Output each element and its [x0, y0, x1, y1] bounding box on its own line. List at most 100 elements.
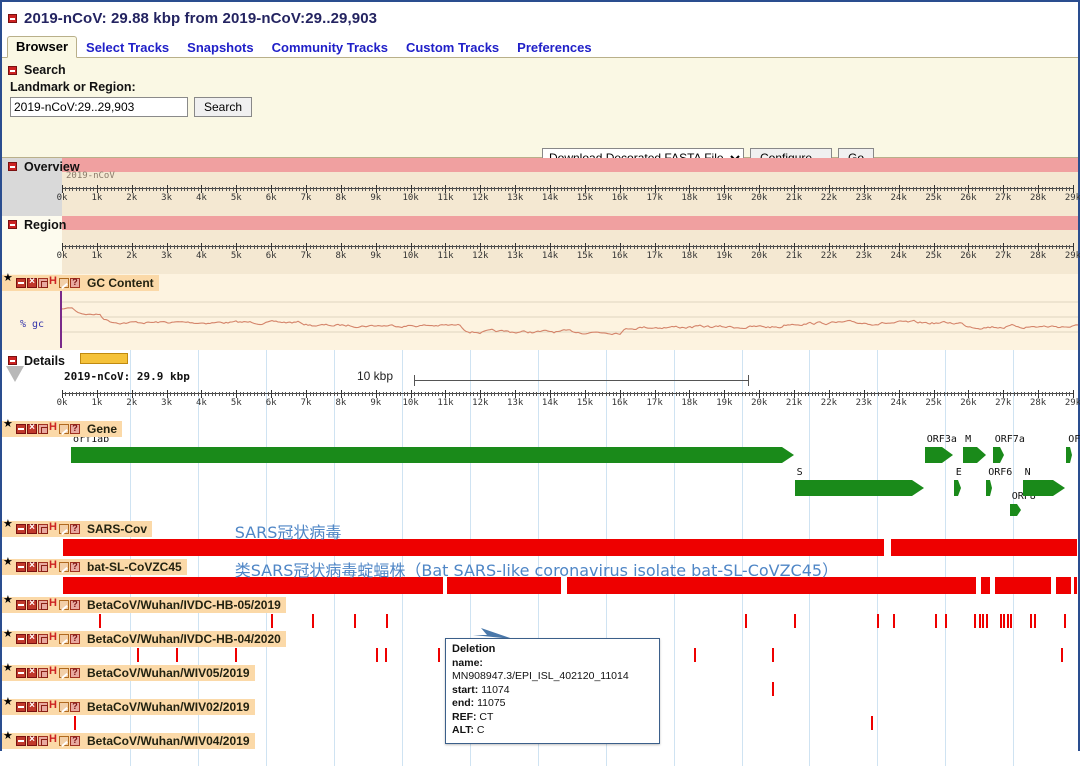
resize-handle-icon[interactable] — [49, 667, 58, 678]
close-track-icon[interactable] — [27, 736, 37, 746]
configure-track-icon[interactable] — [59, 600, 69, 610]
favorite-star-icon[interactable] — [4, 667, 15, 678]
popup-window-icon[interactable] — [38, 736, 48, 746]
search-input[interactable] — [10, 97, 188, 117]
popup-window-icon[interactable] — [38, 600, 48, 610]
variant-mark[interactable] — [235, 648, 237, 662]
configure-track-icon[interactable] — [59, 668, 69, 678]
tab-preferences[interactable]: Preferences — [508, 38, 600, 58]
popup-window-icon[interactable] — [38, 634, 48, 644]
variant-mark[interactable] — [745, 614, 747, 628]
resize-handle-icon[interactable] — [49, 523, 58, 534]
configure-track-icon[interactable] — [59, 424, 69, 434]
variant-mark[interactable] — [1000, 614, 1002, 628]
variant-mark[interactable] — [772, 648, 774, 662]
variant-mark[interactable] — [794, 614, 796, 628]
popup-window-icon[interactable] — [38, 278, 48, 288]
resize-handle-icon[interactable] — [49, 277, 58, 288]
collapse-track-icon[interactable] — [16, 424, 26, 434]
search-collapse-icon[interactable] — [8, 66, 17, 75]
tab-community-tracks[interactable]: Community Tracks — [263, 38, 397, 58]
collapse-track-icon[interactable] — [16, 668, 26, 678]
collapse-track-icon[interactable] — [16, 524, 26, 534]
collapse-track-icon[interactable] — [16, 634, 26, 644]
configure-track-icon[interactable] — [59, 702, 69, 712]
gene-feature[interactable] — [986, 480, 992, 496]
variant-mark[interactable] — [1030, 614, 1032, 628]
gene-feature[interactable] — [795, 480, 925, 496]
tab-select-tracks[interactable]: Select Tracks — [77, 38, 178, 58]
help-icon[interactable] — [70, 668, 80, 678]
gene-feature[interactable] — [925, 447, 953, 463]
resize-handle-icon[interactable] — [49, 701, 58, 712]
variant-mark[interactable] — [438, 648, 440, 662]
configure-track-icon[interactable] — [59, 524, 69, 534]
region-collapse-icon[interactable] — [8, 220, 17, 229]
overview-collapse-icon[interactable] — [8, 162, 17, 171]
variant-mark[interactable] — [974, 614, 976, 628]
help-icon[interactable] — [70, 702, 80, 712]
tab-browser[interactable]: Browser — [7, 36, 77, 58]
region-ruler[interactable]: 0k1k2k3k4k5k6k7k8k9k10k11k12k13k14k15k16… — [62, 243, 1074, 265]
alignment-block[interactable] — [981, 577, 989, 594]
alignment-block[interactable] — [63, 539, 884, 556]
variant-mark[interactable] — [271, 614, 273, 628]
help-icon[interactable] — [70, 524, 80, 534]
alignment-block[interactable] — [891, 539, 1077, 556]
collapse-track-icon[interactable] — [16, 562, 26, 572]
favorite-star-icon[interactable] — [4, 599, 15, 610]
collapse-track-icon[interactable] — [16, 736, 26, 746]
variant-mark[interactable] — [376, 648, 378, 662]
configure-track-icon[interactable] — [59, 278, 69, 288]
popup-window-icon[interactable] — [38, 424, 48, 434]
tab-snapshots[interactable]: Snapshots — [178, 38, 262, 58]
alignment-block[interactable] — [1056, 577, 1071, 594]
favorite-star-icon[interactable] — [4, 523, 15, 534]
collapse-track-icon[interactable] — [16, 278, 26, 288]
variant-mark[interactable] — [945, 614, 947, 628]
variant-mark[interactable] — [137, 648, 139, 662]
variant-mark[interactable] — [176, 648, 178, 662]
search-button[interactable]: Search — [194, 97, 252, 117]
variant-mark[interactable] — [877, 614, 879, 628]
variant-mark[interactable] — [694, 648, 696, 662]
variant-mark[interactable] — [772, 682, 774, 696]
variant-mark[interactable] — [1061, 648, 1063, 662]
favorite-star-icon[interactable] — [4, 561, 15, 572]
gene-feature[interactable] — [993, 447, 1005, 463]
alignment-block[interactable] — [995, 577, 1051, 594]
resize-handle-icon[interactable] — [49, 423, 58, 434]
close-track-icon[interactable] — [27, 524, 37, 534]
close-track-icon[interactable] — [27, 424, 37, 434]
variant-mark[interactable] — [1064, 614, 1066, 628]
gene-feature[interactable] — [963, 447, 986, 463]
gene-feature[interactable] — [1023, 480, 1066, 496]
popup-window-icon[interactable] — [38, 524, 48, 534]
help-icon[interactable] — [70, 600, 80, 610]
help-icon[interactable] — [70, 424, 80, 434]
collapse-icon[interactable] — [8, 14, 17, 23]
close-track-icon[interactable] — [27, 702, 37, 712]
collapse-track-icon[interactable] — [16, 600, 26, 610]
resize-handle-icon[interactable] — [49, 599, 58, 610]
overview-ruler[interactable]: 0k1k2k3k4k5k6k7k8k9k10k11k12k13k14k15k16… — [62, 185, 1074, 207]
help-icon[interactable] — [70, 736, 80, 746]
popup-window-icon[interactable] — [38, 562, 48, 572]
favorite-star-icon[interactable] — [4, 633, 15, 644]
variant-mark[interactable] — [986, 614, 988, 628]
variant-mark[interactable] — [1010, 614, 1012, 628]
alignment-block[interactable] — [1074, 577, 1077, 594]
details-ruler[interactable]: 0k1k2k3k4k5k6k7k8k9k10k11k12k13k14k15k16… — [62, 390, 1074, 414]
help-icon[interactable] — [70, 278, 80, 288]
configure-track-icon[interactable] — [59, 634, 69, 644]
resize-handle-icon[interactable] — [49, 561, 58, 572]
collapse-track-icon[interactable] — [16, 702, 26, 712]
variant-mark[interactable] — [935, 614, 937, 628]
help-icon[interactable] — [70, 562, 80, 572]
variant-mark[interactable] — [385, 648, 387, 662]
variant-mark[interactable] — [893, 614, 895, 628]
close-track-icon[interactable] — [27, 668, 37, 678]
popup-window-icon[interactable] — [38, 668, 48, 678]
variant-mark[interactable] — [1007, 614, 1009, 628]
variant-mark[interactable] — [1003, 614, 1005, 628]
